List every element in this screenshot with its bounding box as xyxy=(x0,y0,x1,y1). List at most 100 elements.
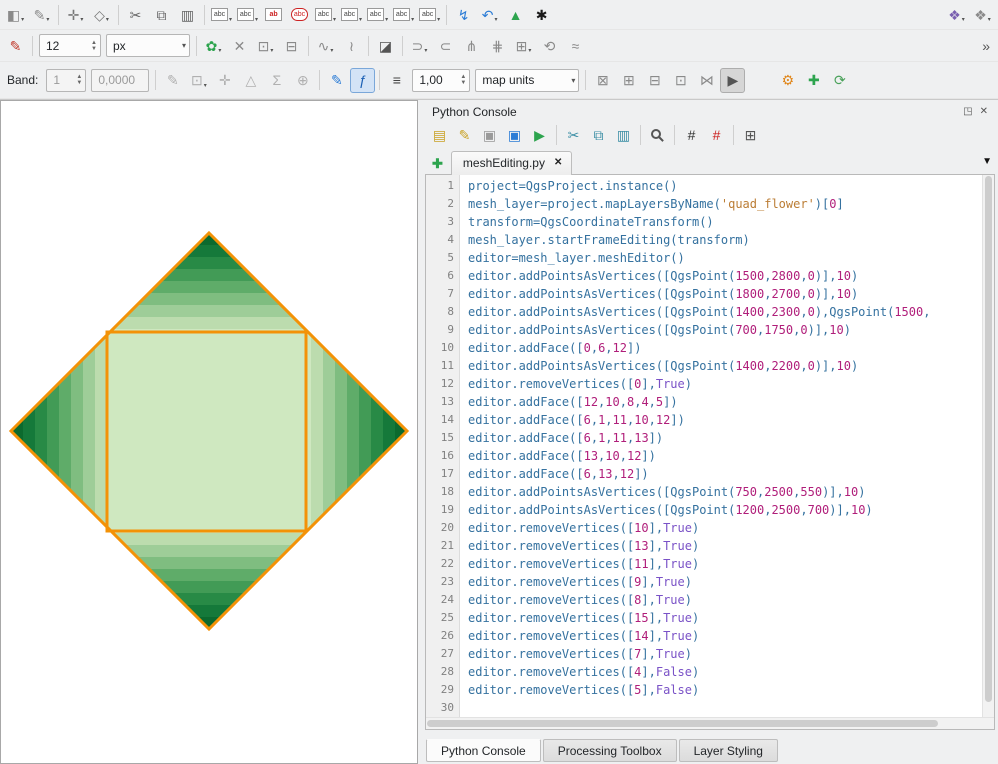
tab-meshediting[interactable]: meshEditing.py ✕ xyxy=(451,151,572,175)
mesh-expression-icon[interactable]: ƒ xyxy=(350,68,375,93)
chevron-down-icon[interactable]: ▾ xyxy=(565,76,575,85)
dropdown-arrow-icon[interactable]: ▾ xyxy=(255,16,258,23)
mesh-select-tool-icon[interactable]: ▶ xyxy=(720,68,745,93)
delaunay-triangulation-icon[interactable]: Σ xyxy=(264,68,289,93)
vertical-scrollbar-handle[interactable] xyxy=(985,176,992,702)
vertex-tool-icon[interactable]: ◇▾ xyxy=(89,2,114,27)
map-canvas[interactable] xyxy=(0,100,418,764)
symbol-size-spinbox[interactable]: 12▲▼ xyxy=(39,34,101,57)
reshape-features-icon[interactable]: ⊂ xyxy=(433,33,458,58)
spinner-arrows-icon[interactable]: ▲▼ xyxy=(76,74,82,86)
cut-icon[interactable]: ✂ xyxy=(562,124,585,147)
mesh-calculator-icon[interactable]: ❖▾ xyxy=(970,2,995,27)
paste-features-icon[interactable]: ▥ xyxy=(175,2,200,27)
dropdown-arrow-icon[interactable]: ▾ xyxy=(106,16,109,23)
digitizing-pencil-icon[interactable]: ✎▾ xyxy=(29,2,54,27)
pin-labels-icon[interactable]: abc▾ xyxy=(313,2,338,27)
refine-mesh-faces-icon[interactable]: △ xyxy=(238,68,263,93)
merge-features-icon[interactable]: ⊞▾ xyxy=(511,33,536,58)
dock-tab-processing-toolbox[interactable]: Processing Toolbox xyxy=(543,739,677,762)
topology-checker-icon[interactable]: ◧▾ xyxy=(3,2,28,27)
uncomment-icon[interactable]: # xyxy=(705,124,728,147)
add-mesh-layer-icon[interactable]: ✚ xyxy=(801,68,826,93)
edit-mesh-pencil-icon[interactable]: ✎ xyxy=(324,68,349,93)
dropdown-arrow-icon[interactable]: ▾ xyxy=(270,47,273,54)
chevron-down-icon[interactable]: ▾ xyxy=(176,41,186,50)
offset-curve-icon[interactable]: ⊃▾ xyxy=(407,33,432,58)
select-mesh-elements-icon[interactable]: ⊡▾ xyxy=(186,68,211,93)
show-hidden-labels-icon[interactable]: abc▾ xyxy=(339,2,364,27)
spinner-arrows-icon[interactable]: ▲▼ xyxy=(460,74,466,86)
dropdown-arrow-icon[interactable]: ▾ xyxy=(528,47,531,54)
toolbar-extension-icon[interactable]: » xyxy=(977,38,995,54)
dropdown-arrow-icon[interactable]: ▾ xyxy=(330,47,333,54)
open-in-editor-icon[interactable]: ✎ xyxy=(453,124,476,147)
copy-features-icon[interactable]: ⧉ xyxy=(149,2,174,27)
comment-icon[interactable]: # xyxy=(680,124,703,147)
highlight-unplaced-labels-icon[interactable]: ab xyxy=(261,2,286,27)
band-spinbox[interactable]: 1▲▼ xyxy=(46,69,86,92)
symbol-unit-combo[interactable]: px▾ xyxy=(106,34,190,57)
rotate-feature-icon[interactable]: ⟲ xyxy=(537,33,562,58)
change-label-icon[interactable]: abc▾ xyxy=(417,2,442,27)
cut-features-icon[interactable]: ✂ xyxy=(123,2,148,27)
dropdown-arrow-icon[interactable]: ▾ xyxy=(411,16,414,23)
horizontal-scrollbar[interactable] xyxy=(426,717,994,729)
dropdown-arrow-icon[interactable]: ▾ xyxy=(988,16,991,23)
open-script-icon[interactable]: ▤ xyxy=(428,124,451,147)
dropdown-arrow-icon[interactable]: ▾ xyxy=(494,16,497,23)
dropdown-arrow-icon[interactable]: ▾ xyxy=(359,16,362,23)
new-editor-icon[interactable]: ✚ xyxy=(432,157,443,170)
dropdown-arrow-icon[interactable]: ▾ xyxy=(80,16,83,23)
dropdown-arrow-icon[interactable]: ▾ xyxy=(385,16,388,23)
mesh-tool-3-icon[interactable]: ⊟ xyxy=(642,68,667,93)
layer-diagram-options-icon[interactable]: abc▾ xyxy=(235,2,260,27)
map-refresh-icon[interactable]: ↯ xyxy=(451,2,476,27)
vertical-scrollbar[interactable] xyxy=(982,175,994,717)
object-inspector-icon[interactable]: ⊞ xyxy=(739,124,762,147)
mesh-tool-1-icon[interactable]: ⊠ xyxy=(590,68,615,93)
deselect-features-icon[interactable]: ⊟ xyxy=(279,33,304,58)
float-panel-icon[interactable]: ◳ xyxy=(963,107,972,117)
dropdown-arrow-icon[interactable]: ▾ xyxy=(229,16,232,23)
code-area[interactable]: project=QgsProject.instance()mesh_layer=… xyxy=(460,175,982,717)
dropdown-arrow-icon[interactable]: ▾ xyxy=(333,16,336,23)
grass-tools-icon[interactable]: ▲ xyxy=(503,2,528,27)
run-script-icon[interactable]: ▶ xyxy=(528,124,551,147)
force-by-lines-icon[interactable]: ⊕ xyxy=(290,68,315,93)
style-edit-icon[interactable]: ✎ xyxy=(3,33,28,58)
editor-options-icon[interactable]: ▼ xyxy=(982,156,992,167)
dropdown-arrow-icon[interactable]: ▾ xyxy=(21,16,24,23)
mesh-tool-5-icon[interactable]: ⋈ xyxy=(694,68,719,93)
close-panel-icon[interactable]: ✕ xyxy=(980,107,988,117)
save-script-icon[interactable]: ▣ xyxy=(478,124,501,147)
dropdown-arrow-icon[interactable]: ▾ xyxy=(46,16,49,23)
simplify-feature-icon[interactable]: ≈ xyxy=(563,33,588,58)
dropdown-arrow-icon[interactable]: ▾ xyxy=(437,16,440,23)
layer-labeling-options-icon[interactable]: abc▾ xyxy=(209,2,234,27)
move-label-icon[interactable]: abc▾ xyxy=(365,2,390,27)
toggle-labels-icon[interactable]: abc xyxy=(287,2,312,27)
debug-report-icon[interactable]: ✱ xyxy=(529,2,554,27)
spinner-arrows-icon[interactable]: ▲▼ xyxy=(91,40,97,52)
digitize-mesh-icon[interactable]: ✎ xyxy=(160,68,185,93)
z-value-spinbox[interactable]: 0,0000 xyxy=(91,69,149,92)
copy-icon[interactable]: ⧉ xyxy=(587,124,610,147)
undo-icon[interactable]: ↶▾ xyxy=(477,2,502,27)
close-tab-icon[interactable]: ✕ xyxy=(554,158,562,168)
dropdown-arrow-icon[interactable]: ▾ xyxy=(204,82,207,89)
refresh-mesh-icon[interactable]: ⟳ xyxy=(827,68,852,93)
save-as-icon[interactable]: ▣ xyxy=(503,124,526,147)
mesh-tool-2-icon[interactable]: ⊞ xyxy=(616,68,641,93)
georeferencer-icon[interactable]: ❖▾ xyxy=(944,2,969,27)
move-feature-icon[interactable]: ✛▾ xyxy=(63,2,88,27)
paste-icon[interactable]: ▥ xyxy=(612,124,635,147)
style-manager-icon[interactable]: ✿▾ xyxy=(201,33,226,58)
dock-tab-layer-styling[interactable]: Layer Styling xyxy=(679,739,778,762)
tracing-icon[interactable]: ≀ xyxy=(339,33,364,58)
select-features-icon[interactable]: ⊡▾ xyxy=(253,33,278,58)
rotate-label-icon[interactable]: abc▾ xyxy=(391,2,416,27)
mesh-width-spinbox[interactable]: 1,00▲▼ xyxy=(412,69,470,92)
north-arrow-icon[interactable]: ◪ xyxy=(373,33,398,58)
interpolation-lines-icon[interactable]: ≡ xyxy=(384,68,409,93)
